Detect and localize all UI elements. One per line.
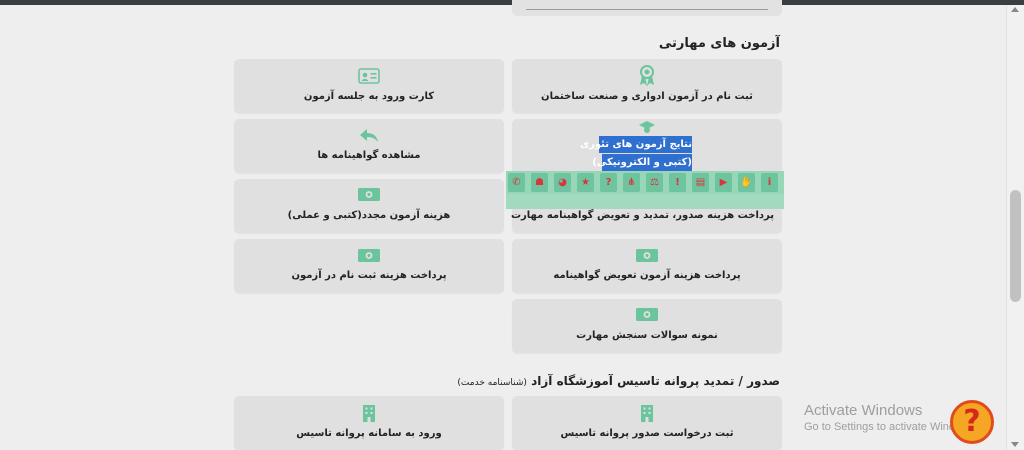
money-bill-icon [357, 248, 381, 267]
scroll-up-arrow-icon[interactable] [1011, 7, 1019, 12]
card-license-request[interactable]: ثبت درخواست صدور پروانه تاسیس [512, 396, 782, 450]
card-label: پرداخت هزینه صدور، تمدید و تعویض گواهینا… [511, 210, 774, 221]
handshake-icon[interactable]: ✋ [738, 173, 755, 192]
tooltip-line-2: (کتبی و الکترونیکی) [592, 154, 692, 171]
section-title-main: صدور / تمدید پروانه تاسیس آموزشگاه آزاد [531, 374, 780, 388]
card-label: کارت ورود به جلسه آزمون [303, 91, 435, 102]
partial-card-top[interactable] [512, 0, 782, 16]
card-entry-card[interactable]: کارت ورود به جلسه آزمون [234, 59, 504, 113]
card-view-certificates[interactable]: مشاهده گواهینامه ها [234, 119, 504, 173]
tooltip-line-1: نتایج آزمون های تئوری [580, 136, 692, 153]
video-icon[interactable]: ▶ [715, 173, 732, 192]
card-label: نمونه سوالات سنجش مهارت [576, 330, 718, 341]
network-icon[interactable]: ⋔ [623, 173, 640, 192]
question-icon[interactable]: ? [600, 173, 617, 192]
card-license-system[interactable]: ورود به سامانه پروانه تاسیس [234, 396, 504, 450]
card-label: ثبت نام در آزمون ادواری و صنعت ساختمان [541, 91, 753, 102]
document-icon[interactable]: ▤ [692, 173, 709, 192]
card-cert-exchange-fee[interactable]: پرداخت هزینه آزمون تعویض گواهینامه [512, 239, 782, 293]
scroll-down-arrow-icon[interactable] [1011, 442, 1019, 447]
toolbar-backdrop [506, 194, 784, 209]
section-title-skills-exam: آزمون های مهارتی [658, 36, 780, 51]
section-title-sub: (شناسنامه خدمت) [457, 378, 527, 388]
card-sample-questions[interactable]: نمونه سوالات سنجش مهارت [512, 299, 782, 353]
card-retake-fee[interactable]: هزینه آزمون مجدد(کتبی و عملی) [234, 179, 504, 233]
money-bill-icon [357, 187, 381, 206]
scrollbar-thumb[interactable] [1010, 190, 1021, 302]
card-label: هزینه آزمون مجدد(کتبی و عملی) [287, 210, 451, 221]
help-question-button[interactable]: ? [950, 400, 994, 444]
award-icon [639, 65, 655, 91]
section-title-license: صدور / تمدید پروانه تاسیس آموزشگاه آزاد … [457, 374, 780, 388]
pie-chart-icon[interactable]: ◕ [554, 173, 571, 192]
card-registration-fee[interactable]: پرداخت هزینه ثبت نام در آزمون [234, 239, 504, 293]
scales-icon[interactable]: ⚖ [646, 173, 663, 192]
card-register-exam[interactable]: ثبت نام در آزمون ادواری و صنعت ساختمان [512, 59, 782, 113]
id-card-icon [358, 68, 380, 88]
divider [526, 9, 768, 10]
card-label: مشاهده گواهینامه ها [317, 150, 421, 161]
group-icon[interactable]: ☗ [531, 173, 548, 192]
phone-icon[interactable]: ✆ [508, 173, 525, 192]
star-icon[interactable]: ★ [577, 173, 594, 192]
alert-icon[interactable]: ! [669, 173, 686, 192]
scrollbar[interactable] [1006, 5, 1024, 450]
building-icon [362, 404, 376, 426]
info-icon[interactable]: i [761, 173, 778, 192]
card-label: پرداخت هزینه ثبت نام در آزمون [291, 270, 447, 281]
card-label: ثبت درخواست صدور پروانه تاسیس [560, 428, 734, 439]
money-bill-icon [635, 248, 659, 267]
reply-all-icon [359, 127, 379, 147]
card-label: ورود به سامانه پروانه تاسیس [296, 428, 442, 439]
card-label: پرداخت هزینه آزمون تعویض گواهینامه [553, 270, 741, 281]
building-icon [640, 404, 654, 426]
money-bill-icon [635, 307, 659, 326]
quick-links-toolbar: ✆ ☗ ◕ ★ ? ⋔ ⚖ ! ▤ ▶ ✋ i [506, 171, 784, 194]
